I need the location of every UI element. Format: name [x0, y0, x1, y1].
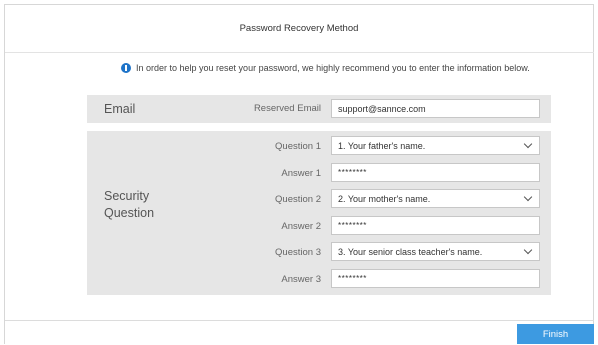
answer-2-value: ******** [338, 221, 367, 230]
security-label-line2: Question [104, 206, 155, 220]
email-section-label: Email [104, 102, 136, 116]
answer-3-label: Answer 3 [281, 274, 321, 285]
info-text: In order to help you reset your password… [136, 63, 530, 73]
footer-divider [5, 320, 594, 321]
title-divider [5, 52, 594, 53]
security-question-section: Security Question Question 1 1. Your fat… [87, 131, 551, 295]
question-1-value: 1. Your father's name. [338, 140, 426, 151]
question-3-value: 3. Your senior class teacher's name. [338, 246, 483, 257]
answer-1-label: Answer 1 [281, 168, 321, 179]
reserved-email-value: support@sannce.com [338, 103, 426, 114]
answer-1-field[interactable]: ******** [331, 163, 540, 182]
security-question-section-label: Security Question [104, 188, 154, 222]
question-2-value: 2. Your mother's name. [338, 193, 431, 204]
email-section: Email Reserved Email support@sannce.com [87, 95, 551, 123]
info-icon [121, 63, 131, 73]
answer-3-field[interactable]: ******** [331, 269, 540, 288]
question-1-select[interactable]: 1. Your father's name. [331, 136, 540, 155]
chevron-down-icon [523, 192, 533, 202]
question-3-select[interactable]: 3. Your senior class teacher's name. [331, 242, 540, 261]
reserved-email-field[interactable]: support@sannce.com [331, 99, 540, 118]
finish-button[interactable]: Finish [517, 324, 594, 344]
dialog-title: Password Recovery Method [239, 23, 359, 34]
answer-2-label: Answer 2 [281, 221, 321, 232]
reserved-email-label: Reserved Email [253, 103, 321, 114]
chevron-down-icon [523, 139, 533, 149]
question-1-label: Question 1 [275, 141, 321, 152]
security-label-line1: Security [104, 189, 150, 203]
answer-1-value: ******** [338, 168, 367, 177]
answer-2-field[interactable]: ******** [331, 216, 540, 235]
question-2-label: Question 2 [275, 194, 321, 205]
info-message: In order to help you reset your password… [121, 63, 530, 73]
question-3-label: Question 3 [275, 247, 321, 258]
answer-3-value: ******** [338, 274, 367, 283]
question-2-select[interactable]: 2. Your mother's name. [331, 189, 540, 208]
chevron-down-icon [523, 245, 533, 255]
